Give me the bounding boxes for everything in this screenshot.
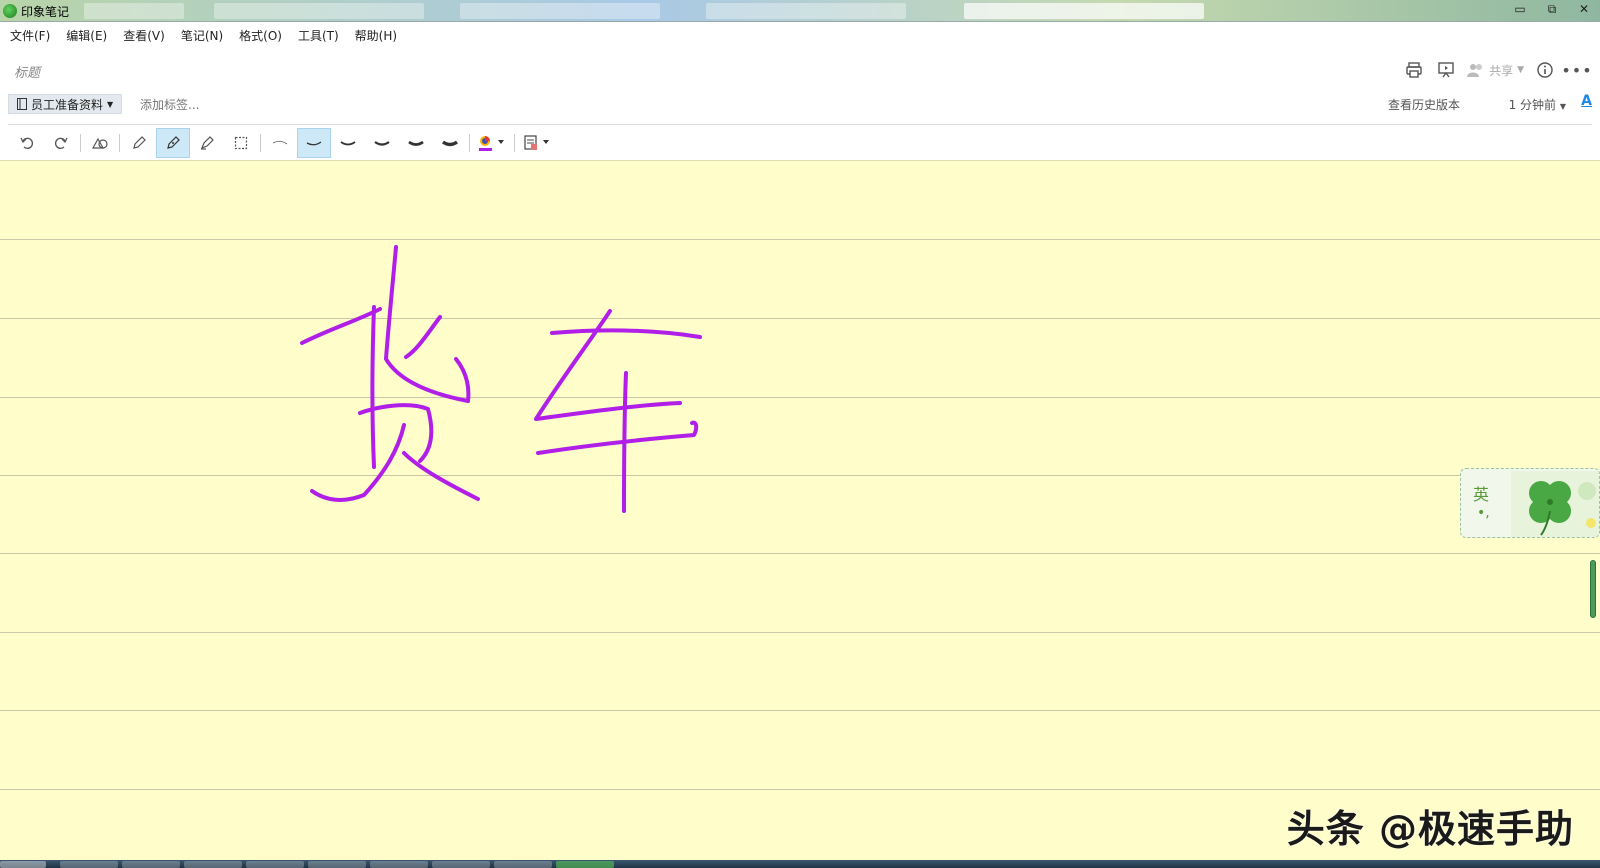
info-icon[interactable]	[1534, 59, 1556, 81]
redo-icon[interactable]	[44, 128, 78, 158]
stroke-2-icon[interactable]	[297, 128, 331, 158]
highlighter-icon[interactable]	[190, 128, 224, 158]
share-label: 共享	[1489, 63, 1514, 78]
menu-tools[interactable]: 工具(T)	[298, 27, 339, 44]
ink-stroke	[404, 315, 442, 359]
background-tab	[964, 3, 1204, 19]
toolbar-separator	[260, 134, 261, 152]
close-button[interactable]: ✕	[1568, 0, 1600, 18]
toolbar-separator	[119, 134, 120, 152]
print-icon[interactable]	[1403, 59, 1425, 81]
taskbar-app-evernote[interactable]	[556, 861, 614, 868]
toolbar-separator	[514, 134, 515, 152]
last-saved-dropdown[interactable]: 1 分钟前 ▼	[1509, 96, 1566, 113]
ink-stroke	[534, 309, 682, 421]
minimize-button[interactable]: ▭	[1504, 0, 1536, 18]
menu-edit[interactable]: 编辑(E)	[66, 27, 107, 44]
ime-punctuation[interactable]: •,	[1477, 505, 1490, 521]
history-link[interactable]: 查看历史版本	[1388, 96, 1460, 113]
menu-note[interactable]: 笔记(N)	[181, 27, 223, 44]
taskbar-app[interactable]	[184, 861, 242, 868]
note-actions: 共享 ▼ •••	[1403, 59, 1592, 81]
tag-bar: 员工准备资料 ▼ 添加标签... 查看历史版本 1 分钟前 ▼ A	[0, 92, 1600, 116]
note-header: 标题 共享 ▼ •••	[0, 55, 1600, 85]
ink-canvas[interactable]	[0, 160, 1600, 860]
background-tab	[84, 3, 184, 19]
taskbar	[0, 860, 1600, 868]
background-tab	[706, 3, 906, 19]
window-title: 印象笔记	[21, 5, 70, 19]
menu-help[interactable]: 帮助(H)	[355, 27, 397, 44]
stroke-5-icon[interactable]	[399, 128, 433, 158]
chevron-down-icon: ▼	[107, 99, 114, 109]
ink-stroke	[370, 305, 376, 469]
add-tag-input[interactable]: 添加标签...	[140, 96, 199, 113]
menu-bar: 文件(F) 编辑(E) 查看(V) 笔记(N) 格式(O) 工具(T) 帮助(H…	[0, 23, 1600, 47]
ink-stroke	[454, 357, 471, 403]
restore-button[interactable]: ⧉	[1536, 0, 1568, 18]
ink-stroke	[402, 451, 480, 501]
taskbar-app[interactable]	[432, 861, 490, 868]
ime-toolbar[interactable]: 英 •,	[1460, 468, 1600, 538]
more-options-icon[interactable]: •••	[1561, 59, 1591, 81]
toolbar-separator	[80, 134, 81, 152]
stroke-4-icon[interactable]	[365, 128, 399, 158]
clover-skin-icon	[1511, 471, 1599, 537]
evernote-logo-icon	[3, 4, 17, 18]
note-title-input[interactable]: 标题	[14, 62, 40, 81]
last-saved-label: 1 分钟前	[1508, 98, 1557, 112]
font-format-icon[interactable]: A	[1581, 93, 1592, 109]
taskbar-app[interactable]	[494, 861, 552, 868]
taskbar-app[interactable]	[308, 861, 366, 868]
stroke-6-icon[interactable]	[433, 128, 467, 158]
notebook-icon	[17, 98, 27, 110]
menu-view[interactable]: 查看(V)	[123, 27, 165, 44]
selection-icon[interactable]	[224, 128, 258, 158]
taskbar-app[interactable]	[122, 861, 180, 868]
taskbar-app[interactable]	[246, 861, 304, 868]
stroke-3-icon[interactable]	[331, 128, 365, 158]
stroke-1-icon[interactable]	[263, 128, 297, 158]
notebook-name: 员工准备资料	[31, 97, 104, 112]
menu-file[interactable]: 文件(F)	[10, 27, 50, 44]
background-tab	[214, 3, 424, 19]
share-button[interactable]: 共享 ▼	[1467, 62, 1524, 79]
ink-stroke	[536, 420, 699, 455]
background-tab	[460, 3, 660, 19]
shapes-icon[interactable]	[83, 128, 117, 158]
watermark: 头条 @极速手助	[1286, 807, 1574, 851]
ink-stroke	[384, 245, 470, 403]
present-icon[interactable]	[1435, 59, 1457, 81]
people-icon	[1467, 64, 1483, 77]
ink-toolbar	[10, 127, 557, 159]
toolbar-separator	[469, 134, 470, 152]
divider	[8, 124, 1592, 125]
ink-stroke	[300, 307, 382, 345]
pen-icon[interactable]	[156, 128, 190, 158]
notebook-selector[interactable]: 员工准备资料 ▼	[8, 94, 123, 114]
taskbar-app[interactable]	[370, 861, 428, 868]
window-controls: ▭ ⧉ ✕	[1504, 0, 1600, 20]
chevron-down-icon: ▼	[1559, 102, 1566, 111]
pencil-icon[interactable]	[122, 128, 156, 158]
start-button[interactable]	[0, 861, 46, 868]
menu-format[interactable]: 格式(O)	[239, 27, 282, 44]
title-bar: 印象笔记 ▭ ⧉ ✕	[0, 0, 1600, 22]
ink-stroke	[310, 423, 406, 502]
chevron-down-icon: ▼	[1517, 65, 1524, 75]
handwriting-strokes	[300, 245, 702, 513]
ime-language[interactable]: 英	[1473, 481, 1489, 505]
taskbar-app[interactable]	[60, 861, 118, 868]
color-picker-icon[interactable]	[472, 128, 512, 158]
scrollbar-thumb[interactable]	[1590, 560, 1596, 618]
paper-style-icon[interactable]	[517, 128, 557, 158]
ink-stroke	[550, 328, 702, 339]
undo-icon[interactable]	[10, 128, 44, 158]
